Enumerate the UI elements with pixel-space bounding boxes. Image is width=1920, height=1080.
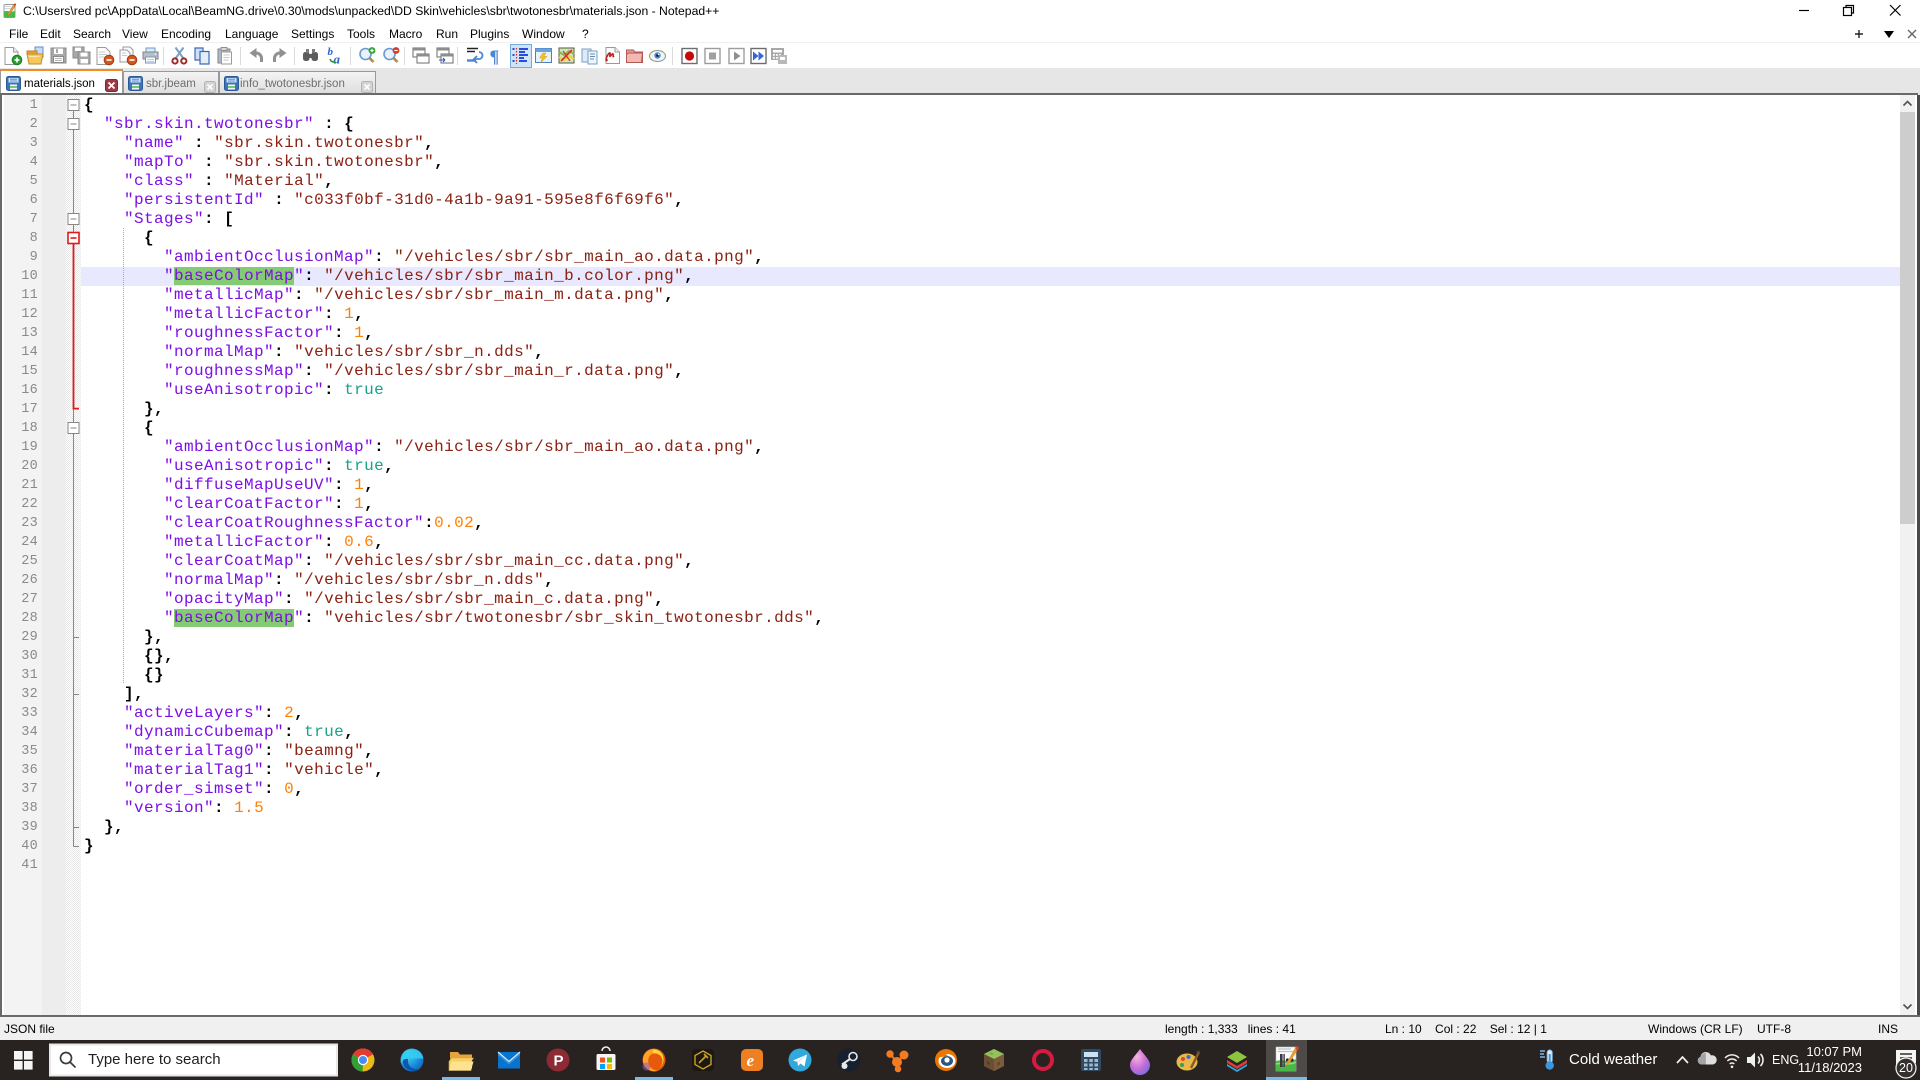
svg-text:¶: ¶ xyxy=(490,47,500,67)
svg-text:P: P xyxy=(554,1053,564,1070)
svg-text:a: a xyxy=(334,52,341,67)
svg-text:e: e xyxy=(747,1051,755,1070)
